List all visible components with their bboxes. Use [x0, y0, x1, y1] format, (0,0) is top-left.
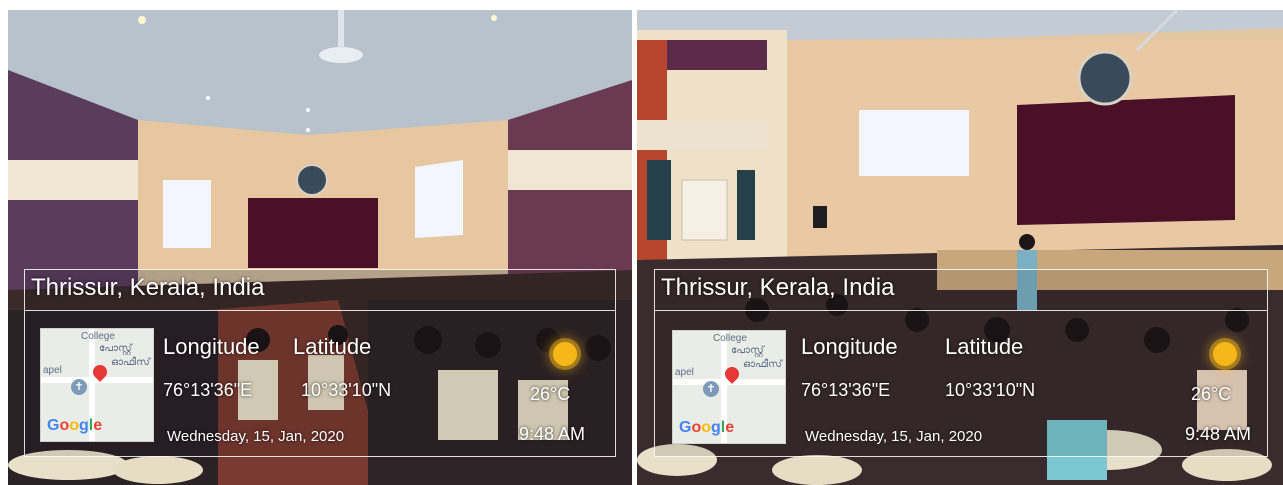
google-logo: Google — [47, 417, 103, 434]
date-text: Wednesday, 15, Jan, 2020 — [805, 428, 983, 445]
stamp-divider — [655, 310, 1267, 311]
sun-icon — [1213, 342, 1237, 366]
latitude-value: 10°33'10"N — [945, 380, 1036, 400]
longitude-label: Longitude — [801, 334, 898, 359]
time-text: 9:48 AM — [519, 424, 586, 444]
chapel-icon: ✝ — [71, 379, 87, 395]
map-chapel-label: apel — [675, 367, 694, 378]
map-poi-local-label: പോസ്റ്റ് — [99, 343, 132, 354]
longitude-label: Longitude — [163, 334, 260, 359]
stamp-divider — [25, 310, 615, 311]
time-text: 9:48 AM — [1185, 424, 1252, 444]
map-poi-local2-label: ഓഫീസ് 6 — [111, 357, 154, 368]
latitude-label: Latitude — [293, 334, 372, 359]
photo-hall-wide: Thrissur, Kerala, India College പോസ്റ്റ്… — [8, 10, 632, 485]
latitude-label: Latitude — [945, 334, 1024, 359]
geo-stamp: Thrissur, Kerala, India College പോസ്റ്റ്… — [654, 269, 1268, 457]
sun-icon — [553, 342, 577, 366]
map-thumbnail: College പോസ്റ്റ് ഓഫീസ് 6 apel ✝ Google — [40, 328, 154, 442]
map-poi-local2-label: ഓഫീസ് 6 — [743, 359, 786, 370]
map-poi-label: College — [713, 333, 747, 344]
longitude-value: 76°13'36"E — [163, 380, 253, 400]
latitude-value: 10°33'10"N — [301, 380, 392, 400]
location-text: Thrissur, Kerala, India — [31, 274, 265, 301]
map-poi-label: College — [81, 331, 115, 342]
photo-hall-stage: Thrissur, Kerala, India College പോസ്റ്റ്… — [637, 10, 1283, 485]
google-logo: Google — [679, 419, 735, 436]
map-poi-local-label: പോസ്റ്റ് — [731, 345, 764, 356]
geo-stamp: Thrissur, Kerala, India College പോസ്റ്റ്… — [24, 269, 616, 457]
temperature-value: 26°C — [530, 384, 571, 404]
date-text: Wednesday, 15, Jan, 2020 — [167, 428, 345, 445]
temperature-value: 26°C — [1191, 384, 1232, 404]
map-thumbnail: College പോസ്റ്റ് ഓഫീസ് 6 apel ✝ Google — [672, 330, 786, 444]
location-text: Thrissur, Kerala, India — [661, 274, 895, 301]
chapel-icon: ✝ — [703, 381, 719, 397]
map-chapel-label: apel — [43, 365, 62, 376]
longitude-value: 76°13'36"E — [801, 380, 891, 400]
